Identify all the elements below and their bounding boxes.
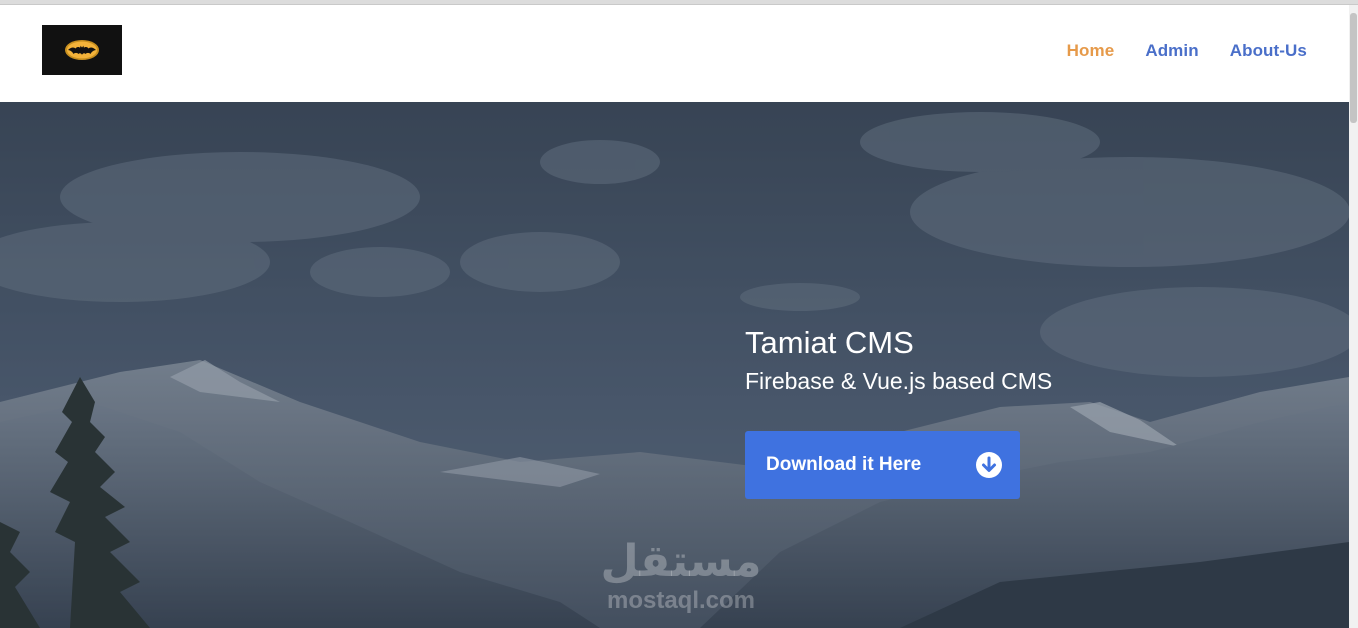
bat-logo-icon — [65, 40, 99, 60]
watermark-arabic: مستقل — [600, 536, 762, 587]
hero-text-block: Tamiat CMS Firebase & Vue.js based CMS — [745, 324, 1052, 396]
hero-subtitle: Firebase & Vue.js based CMS — [745, 368, 1053, 394]
hero-section: Tamiat CMS Firebase & Vue.js based CMS D… — [0, 102, 1349, 628]
scrollbar-thumb[interactable] — [1350, 13, 1357, 123]
hero-title: Tamiat CMS — [745, 325, 914, 360]
nav-home-link[interactable]: Home — [1067, 41, 1115, 61]
download-button[interactable]: Download it Here — [745, 431, 1020, 499]
main-nav: Home Admin About-Us — [1067, 41, 1307, 61]
nav-admin-link[interactable]: Admin — [1145, 41, 1198, 61]
arrow-down-circle-icon — [975, 451, 1003, 479]
nav-about-us-link[interactable]: About-Us — [1230, 41, 1307, 61]
navbar: Home Admin About-Us — [0, 5, 1349, 102]
watermark-latin: mostaql.com — [606, 587, 756, 614]
watermark: مستقل mostaql.com — [596, 539, 766, 615]
download-button-label: Download it Here — [766, 454, 922, 475]
page-scrollbar[interactable] — [1349, 5, 1358, 628]
site-logo[interactable] — [42, 25, 122, 75]
